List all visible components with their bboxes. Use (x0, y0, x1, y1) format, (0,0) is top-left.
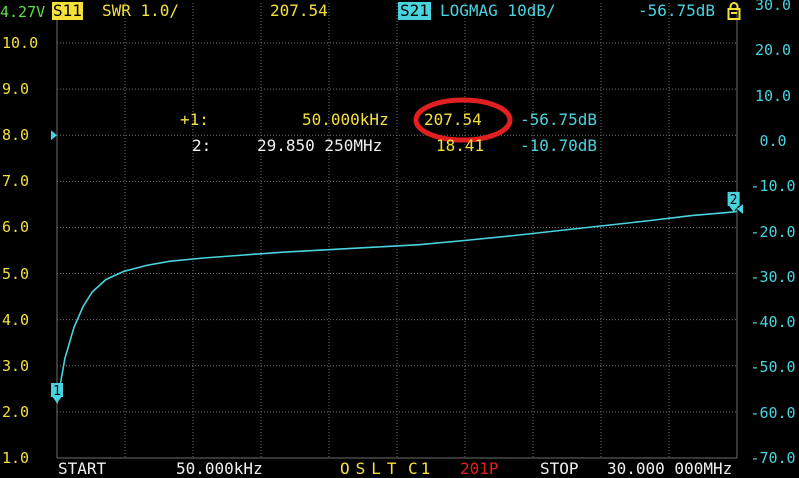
logmag-tick-label: -30.0 (750, 267, 796, 286)
marker-2-label[interactable]: 2: (192, 137, 211, 155)
logmag-tick-label: -10.0 (750, 177, 796, 196)
swr-tick-label: 6.0 (2, 218, 30, 237)
marker-1-freq: 50.000kHz (302, 110, 389, 129)
ch2-value: -56.75dB (638, 1, 716, 20)
logmag-tick-label: 30.0 (754, 0, 792, 14)
swr-tick-label: 10.0 (2, 34, 39, 52)
sweep-points: 201P (460, 459, 499, 478)
battery-voltage: 4.27V (0, 3, 46, 21)
swr-tick-label: 8.0 (2, 126, 30, 145)
vna-screen: 12 4.27V S11 SWR 1.0/ 207.54 S21 LOGMAG … (0, 0, 799, 478)
plot-area: 12 (51, 3, 743, 459)
marker-2-swr: 18.41 (436, 136, 485, 155)
ch2-format[interactable]: LOGMAG 10dB/ (440, 2, 556, 20)
swr-tick-label: 7.0 (2, 172, 30, 191)
swr-tick-label: 2.0 (2, 402, 30, 421)
ch1-label[interactable]: S11 (52, 2, 83, 20)
swr-tick-label: 3.0 (2, 356, 30, 375)
logmag-tick-label: 10.0 (754, 86, 792, 105)
ch1-value: 207.54 (270, 1, 328, 20)
ch1-format[interactable]: SWR 1.0/ (102, 2, 179, 20)
marker-2-badge-label: 2 (730, 193, 738, 208)
logmag-tick-label: 0.0 (759, 131, 787, 150)
reference-level-left-arrow (51, 130, 57, 141)
logmag-tick-label: -50.0 (750, 358, 796, 377)
calibration-status: OSLT (340, 459, 403, 478)
marker-layer: 12 (51, 191, 740, 404)
marker-1-swr: 207.54 (424, 110, 482, 129)
start-label[interactable]: START (58, 460, 106, 478)
logmag-tick-label: -20.0 (750, 222, 796, 241)
marker-1-label[interactable]: +1: (180, 111, 209, 129)
logmag-tick-label: -60.0 (750, 403, 796, 422)
logmag-tick-label: -70.0 (750, 449, 796, 467)
logmag-tick-label: 20.0 (754, 41, 792, 60)
stop-frequency[interactable]: 30.000 000MHz (607, 460, 732, 478)
lock-icon[interactable] (727, 2, 741, 20)
start-frequency[interactable]: 50.000kHz (176, 460, 263, 478)
swr-tick-label: 9.0 (2, 80, 30, 99)
stop-label[interactable]: STOP (540, 460, 579, 478)
marker-1-badge-label: 1 (53, 384, 61, 399)
marker-2-freq: 29.850 250MHz (257, 136, 383, 155)
swr-tick-label: 4.0 (2, 310, 30, 329)
marker-1-db: -56.75dB (520, 110, 598, 129)
marker-2-db: -10.70dB (520, 136, 598, 155)
logmag-tick-label: -40.0 (750, 313, 796, 332)
ch2-label[interactable]: S21 (398, 2, 431, 20)
swr-tick-label: 5.0 (2, 264, 30, 283)
grid (56, 3, 738, 459)
swr-tick-label: 1.0 (2, 449, 30, 467)
calibration-slot: C1 (408, 459, 434, 478)
